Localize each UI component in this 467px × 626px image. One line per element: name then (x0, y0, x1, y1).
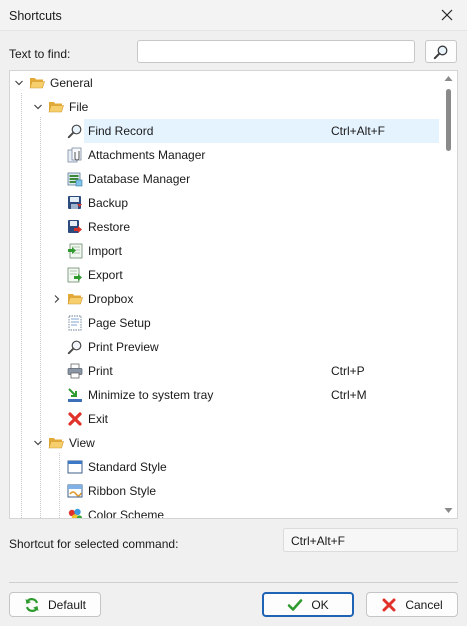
tree-item-backup[interactable]: Backup (10, 191, 438, 215)
magnifier-icon (67, 123, 83, 139)
attachment-icon (67, 147, 83, 163)
tree-item-export[interactable]: Export (10, 263, 438, 287)
tree-item-ribbon-style[interactable]: Ribbon Style (10, 479, 438, 503)
tree-item-exit[interactable]: Exit (10, 407, 438, 431)
backup-icon (67, 195, 83, 211)
tree-item-label: Color Scheme (88, 508, 165, 519)
find-label: Text to find: (9, 47, 71, 61)
shortcut-tree[interactable]: General File Find Record Ctrl+Alt+F Atta… (9, 70, 458, 519)
minimize-tray-icon (67, 387, 83, 403)
tree-item-label: Database Manager (88, 172, 191, 186)
shortcut-field-label: Shortcut for selected command: (9, 537, 179, 551)
default-button-label: Default (47, 597, 87, 612)
tree-item-label: Minimize to system tray (88, 388, 214, 402)
tree-item-shortcut: Ctrl+P (331, 364, 365, 378)
tree-item-label: Print (88, 364, 113, 378)
tree-item-shortcut: Ctrl+M (331, 388, 367, 402)
tree-item-database-manager[interactable]: Database Manager (10, 167, 438, 191)
find-button[interactable] (425, 40, 457, 63)
import-icon (67, 243, 83, 259)
printer-icon (67, 363, 83, 379)
chevron-down-icon[interactable] (13, 77, 25, 89)
tree-item-label: Export (88, 268, 123, 282)
tree-item-label: General (50, 76, 93, 90)
cancel-button-label: Cancel (405, 597, 443, 612)
tree-item-general[interactable]: General (10, 71, 438, 95)
tree-scrollbar[interactable] (440, 71, 457, 518)
cancel-x-icon (382, 598, 396, 611)
cancel-button[interactable]: Cancel (366, 592, 458, 617)
scrollbar-thumb[interactable] (446, 89, 451, 151)
tree-item-label: Page Setup (88, 316, 151, 330)
tree-item-label: Standard Style (88, 460, 167, 474)
default-button[interactable]: Default (9, 592, 101, 617)
tree-item-file[interactable]: File (10, 95, 438, 119)
chevron-down-icon[interactable] (32, 437, 44, 449)
title-bar: Shortcuts (0, 0, 467, 31)
tree-item-page-setup[interactable]: Page Setup (10, 311, 438, 335)
tree-item-dropbox[interactable]: Dropbox (10, 287, 438, 311)
tree-item-label: Import (88, 244, 123, 258)
check-icon (288, 598, 303, 611)
tree-item-print[interactable]: Print Ctrl+P (10, 359, 438, 383)
print-preview-icon (67, 339, 83, 355)
page-setup-icon (67, 315, 83, 331)
palette-icon (67, 507, 83, 518)
tree-item-minimize-to-tray[interactable]: Minimize to system tray Ctrl+M (10, 383, 438, 407)
scroll-down-arrow-icon[interactable] (444, 507, 453, 514)
folder-icon (67, 291, 83, 307)
ok-button[interactable]: OK (262, 592, 354, 617)
close-button[interactable] (433, 3, 461, 27)
tree-item-print-preview[interactable]: Print Preview (10, 335, 438, 359)
tree-item-import[interactable]: Import (10, 239, 438, 263)
shortcut-field[interactable]: Ctrl+Alt+F (283, 528, 458, 552)
tree-item-attachments-manager[interactable]: Attachments Manager (10, 143, 438, 167)
tree-item-label: File (69, 100, 89, 114)
chevron-right-icon[interactable] (51, 293, 63, 305)
tree-item-view[interactable]: View (10, 431, 438, 455)
refresh-icon (25, 597, 39, 612)
tree-item-label: Attachments Manager (88, 148, 206, 162)
tree-item-label: Exit (88, 412, 109, 426)
window-title: Shortcuts (9, 9, 62, 23)
magnifier-icon (433, 45, 448, 59)
tree-item-label: Print Preview (88, 340, 159, 354)
tree-item-label: Dropbox (88, 292, 134, 306)
scroll-up-arrow-icon[interactable] (444, 75, 453, 82)
tree-item-standard-style[interactable]: Standard Style (10, 455, 438, 479)
tree-item-label: Backup (88, 196, 129, 210)
exit-icon (67, 411, 83, 427)
database-icon (67, 171, 83, 187)
chevron-down-icon[interactable] (32, 101, 44, 113)
tree-item-label: Ribbon Style (88, 484, 157, 498)
folder-open-icon (48, 435, 64, 451)
export-icon (67, 267, 83, 283)
restore-icon (67, 219, 83, 235)
tree-item-label: Find Record (88, 124, 154, 138)
close-icon (441, 9, 453, 21)
folder-open-icon (29, 75, 45, 91)
find-input[interactable] (137, 40, 415, 63)
window-icon (67, 459, 83, 475)
tree-item-restore[interactable]: Restore (10, 215, 438, 239)
tree-item-color-scheme[interactable]: Color Scheme (10, 503, 438, 519)
tree-item-label: Restore (88, 220, 131, 234)
folder-open-icon (48, 99, 64, 115)
tree-item-shortcut: Ctrl+Alt+F (331, 124, 386, 138)
divider (9, 582, 458, 583)
tree-item-find-record[interactable]: Find Record Ctrl+Alt+F (10, 119, 439, 143)
ribbon-icon (67, 483, 83, 499)
ok-button-label: OK (311, 597, 329, 612)
tree-item-label: View (69, 436, 95, 450)
